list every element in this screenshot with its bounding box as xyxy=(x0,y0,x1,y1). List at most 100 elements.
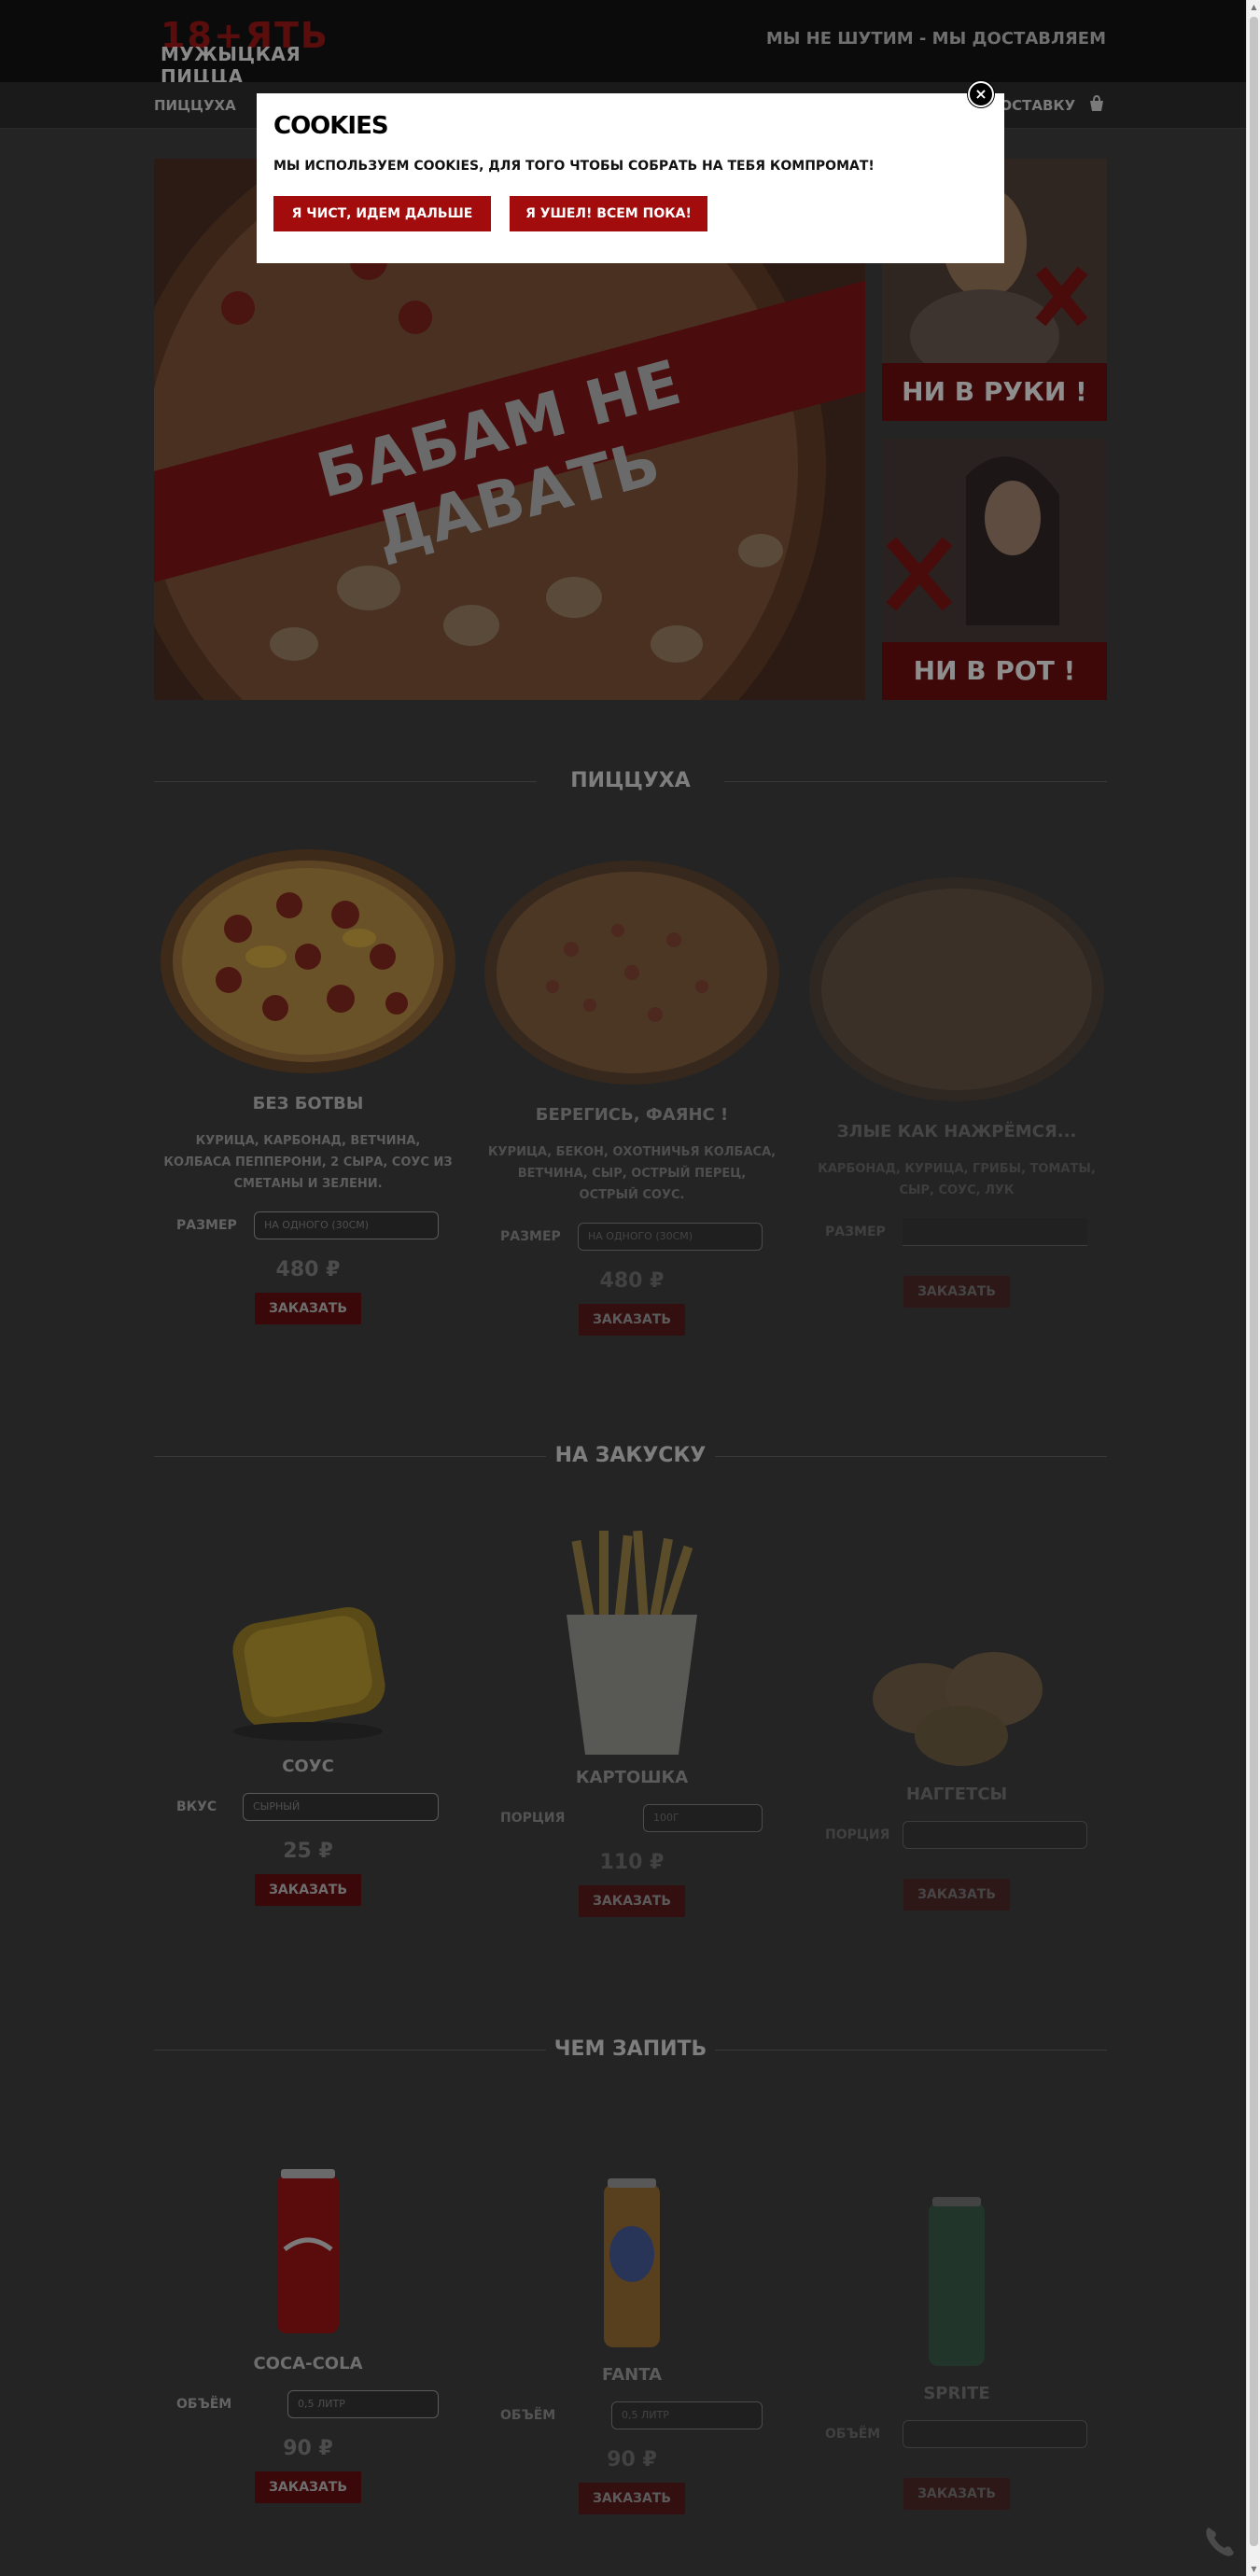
product-card-sprite: SPRITE ОБЪЁМ ЗАКАЗАТЬ xyxy=(803,2165,1111,2510)
section-divider-left xyxy=(154,781,537,782)
section-title-drinks: ЧЕМ ЗАПИТЬ xyxy=(154,2037,1107,2061)
product-description: КАРБОНАД, КУРИЦА, ГРИБЫ, ТОМАТЫ, СЫР, СО… xyxy=(818,1162,1096,1197)
nav-item-pizza[interactable]: ПИЦЦУХА xyxy=(154,97,236,114)
product-image[interactable] xyxy=(154,1512,462,1745)
hero-slogan: БАБАМ НЕ ДАВАТЬ xyxy=(310,345,690,571)
volume-row: ОБЪЁМ 0,5 ЛИТР xyxy=(478,2401,786,2433)
site-header: 18+ЯТЬ МУЖЫЦКАЯ ПИЦЦА МЫ НЕ ШУТИМ - МЫ Д… xyxy=(0,0,1246,88)
volume-select[interactable]: 0,5 ЛИТР xyxy=(611,2401,763,2429)
section-title-snacks-text: НА ЗАКУСКУ xyxy=(554,1444,707,1467)
size-label: РАЗМЕР xyxy=(500,1229,561,1244)
scroll-down-icon[interactable]: ▼ xyxy=(1247,2562,1260,2576)
cookie-accept-button[interactable]: Я ЧИСТ, ИДЕМ ДАЛЬШЕ xyxy=(273,196,491,231)
product-card-pizza-1: БЕЗ БОТВЫ КУРИЦА, КАРБОНАД, ВЕТЧИНА, КОЛ… xyxy=(154,835,462,1324)
fries-image xyxy=(567,1530,697,1755)
product-card-pizza-3: ЗЛЫЕ КАК НАЖРЁМСЯ... КАРБОНАД, КУРИЦА, Г… xyxy=(803,863,1111,1308)
volume-select[interactable]: 0,5 ЛИТР xyxy=(287,2390,439,2418)
page: 18+ЯТЬ МУЖЫЦКАЯ ПИЦЦА МЫ НЕ ШУТИМ - МЫ Д… xyxy=(0,0,1246,2576)
flavor-select[interactable]: СЫРНЫЙ xyxy=(243,1793,439,1821)
product-image[interactable] xyxy=(478,1530,786,1757)
order-button[interactable]: ЗАКАЗАТЬ xyxy=(255,1293,361,1324)
product-name: COCA-COLA xyxy=(253,2354,363,2373)
product-price: 90 ₽ xyxy=(283,2437,333,2460)
nuggets-image xyxy=(873,1652,1043,1766)
size-select[interactable]: НА ОДНОГО (30СМ) xyxy=(578,1223,763,1251)
scroll-up-icon[interactable]: ▲ xyxy=(1247,0,1260,14)
size-label: РАЗМЕР xyxy=(825,1225,886,1239)
product-price: 110 ₽ xyxy=(599,1851,665,1874)
logo-subtitle: МУЖЫЦКАЯ ПИЦЦА xyxy=(161,43,301,88)
product-image[interactable] xyxy=(803,1549,1111,1773)
volume-select[interactable] xyxy=(903,2420,1087,2448)
size-row: РАЗМЕР НА ОДНОГО (30СМ) xyxy=(478,1223,786,1254)
product-name: СОУС xyxy=(282,1757,334,1776)
pizza-image xyxy=(161,849,455,1073)
order-button[interactable]: ЗАКАЗАТЬ xyxy=(903,1879,1010,1911)
volume-row: ОБЪЁМ xyxy=(803,2420,1111,2452)
section-divider-left xyxy=(154,2050,546,2051)
phone-icon[interactable] xyxy=(1199,2520,1240,2561)
portion-label: ПОРЦИЯ xyxy=(825,1827,890,1842)
portion-select[interactable]: 100Г xyxy=(643,1804,763,1832)
size-label: РАЗМЕР xyxy=(176,1218,237,1233)
order-button[interactable]: ЗАКАЗАТЬ xyxy=(579,2483,685,2514)
product-description: КУРИЦА, КАРБОНАД, ВЕТЧИНА, КОЛБАСА ПЕППЕ… xyxy=(163,1134,453,1191)
logo[interactable]: 18+ЯТЬ МУЖЫЦКАЯ ПИЦЦА xyxy=(161,15,385,88)
volume-label: ОБЪЁМ xyxy=(500,2408,556,2423)
product-image[interactable] xyxy=(803,863,1111,1111)
product-description: КУРИЦА, БЕКОН, ОХОТНИЧЬЯ КОЛБАСА, ВЕТЧИН… xyxy=(487,1145,777,1202)
coca-cola-image xyxy=(277,2169,339,2333)
product-name: БЕРЕГИСЬ, ФАЯНС ! xyxy=(535,1105,729,1125)
order-button[interactable]: ЗАКАЗАТЬ xyxy=(903,1276,1010,1308)
product-card-fries: КАРТОШКА ПОРЦИЯ 100Г 110 ₽ ЗАКАЗАТЬ xyxy=(478,1530,786,1917)
product-card-fanta: FANTA ОБЪЁМ 0,5 ЛИТР 90 ₽ ЗАКАЗАТЬ xyxy=(478,2147,786,2514)
product-image[interactable] xyxy=(154,835,462,1083)
product-image[interactable] xyxy=(478,2147,786,2354)
product-price: 480 ₽ xyxy=(275,1258,341,1281)
size-select[interactable]: НА ОДНОГО (30СМ) xyxy=(254,1211,439,1239)
portion-label: ПОРЦИЯ xyxy=(500,1811,566,1826)
section-title-pizza: ПИЦЦУХА xyxy=(154,769,1107,792)
product-image[interactable] xyxy=(154,2137,462,2343)
flavor-row: ВКУС СЫРНЫЙ xyxy=(154,1793,462,1825)
cookie-modal-text: МЫ ИСПОЛЬЗУЕМ COOKIES, ДЛЯ ТОГО ЧТОБЫ СО… xyxy=(273,159,875,174)
section-divider-right xyxy=(715,1456,1107,1457)
sauce-image xyxy=(232,1607,385,1741)
pizza-image xyxy=(809,877,1104,1101)
cookie-modal-title: COOKIES xyxy=(273,112,389,140)
volume-label: ОБЪЁМ xyxy=(176,2397,232,2412)
order-button[interactable]: ЗАКАЗАТЬ xyxy=(579,1885,685,1917)
size-row: РАЗМЕР НА ОДНОГО (30СМ) xyxy=(154,1211,462,1243)
product-image[interactable] xyxy=(478,847,786,1094)
product-price: 90 ₽ xyxy=(607,2448,657,2471)
product-card-pizza-2: БЕРЕГИСЬ, ФАЯНС ! КУРИЦА, БЕКОН, ОХОТНИЧ… xyxy=(478,847,786,1336)
size-select[interactable] xyxy=(903,1218,1087,1246)
cookie-decline-button[interactable]: Я УШЕЛ! ВСЕМ ПОКА! xyxy=(510,196,707,231)
order-button[interactable]: ЗАКАЗАТЬ xyxy=(255,1874,361,1906)
volume-label: ОБЪЁМ xyxy=(825,2427,881,2442)
sprite-image xyxy=(929,2197,985,2366)
side-banner-bottom[interactable]: НИ В РОТ ! xyxy=(882,439,1107,700)
size-row: РАЗМЕР xyxy=(803,1218,1111,1250)
order-button[interactable]: ЗАКАЗАТЬ xyxy=(579,1304,685,1336)
portion-row: ПОРЦИЯ 100Г xyxy=(478,1804,786,1836)
close-icon[interactable]: × xyxy=(968,81,994,107)
section-divider-right xyxy=(715,2050,1107,2051)
pizza-image xyxy=(484,861,779,1085)
product-name: FANTA xyxy=(601,2365,663,2385)
product-image[interactable] xyxy=(803,2165,1111,2373)
product-card-nuggets: НАГГЕТСЫ ПОРЦИЯ ЗАКАЗАТЬ xyxy=(803,1549,1111,1911)
cart-icon[interactable] xyxy=(1087,94,1106,113)
product-name: БЕЗ БОТВЫ xyxy=(252,1094,364,1113)
scrollbar[interactable]: ▲ ▼ xyxy=(1246,0,1260,2576)
volume-row: ОБЪЁМ 0,5 ЛИТР xyxy=(154,2390,462,2422)
flavor-label: ВКУС xyxy=(176,1799,217,1814)
order-button[interactable]: ЗАКАЗАТЬ xyxy=(903,2478,1010,2510)
section-divider-right xyxy=(724,781,1107,782)
product-name: ЗЛЫЕ КАК НАЖРЁМСЯ... xyxy=(836,1122,1077,1141)
scrollbar-thumb[interactable] xyxy=(1250,17,1258,2546)
order-button[interactable]: ЗАКАЗАТЬ xyxy=(255,2471,361,2503)
product-name: SPRITE xyxy=(923,2384,990,2403)
portion-select[interactable] xyxy=(903,1821,1087,1849)
product-price: 25 ₽ xyxy=(283,1840,333,1863)
